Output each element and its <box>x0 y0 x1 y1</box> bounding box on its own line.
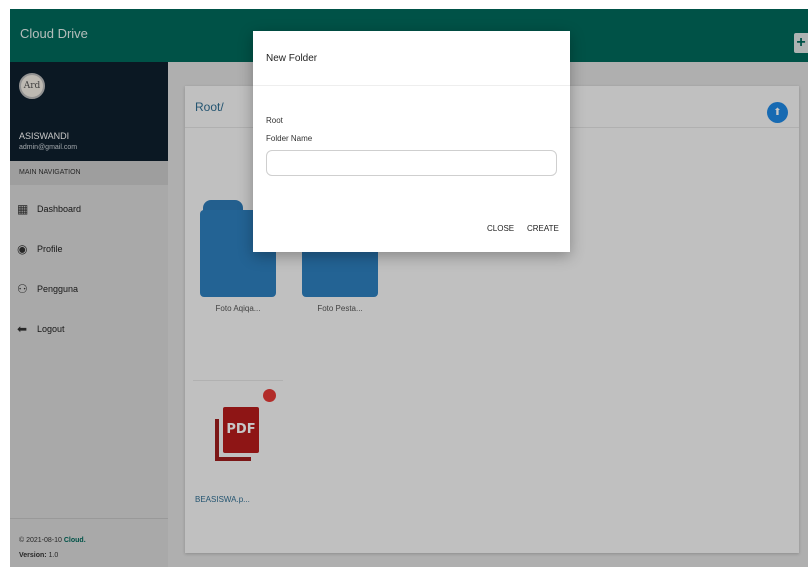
dialog-title: New Folder <box>266 53 318 64</box>
folder-name-label: Folder Name <box>266 134 313 143</box>
create-button[interactable]: CREATE <box>527 224 559 233</box>
folder-name-input[interactable] <box>266 150 557 176</box>
close-button[interactable]: CLOSE <box>487 224 514 233</box>
dialog-divider <box>253 85 570 86</box>
parent-folder-label: Root <box>266 116 283 125</box>
new-folder-dialog: New Folder Root Folder Name CLOSE CREATE <box>253 31 570 252</box>
